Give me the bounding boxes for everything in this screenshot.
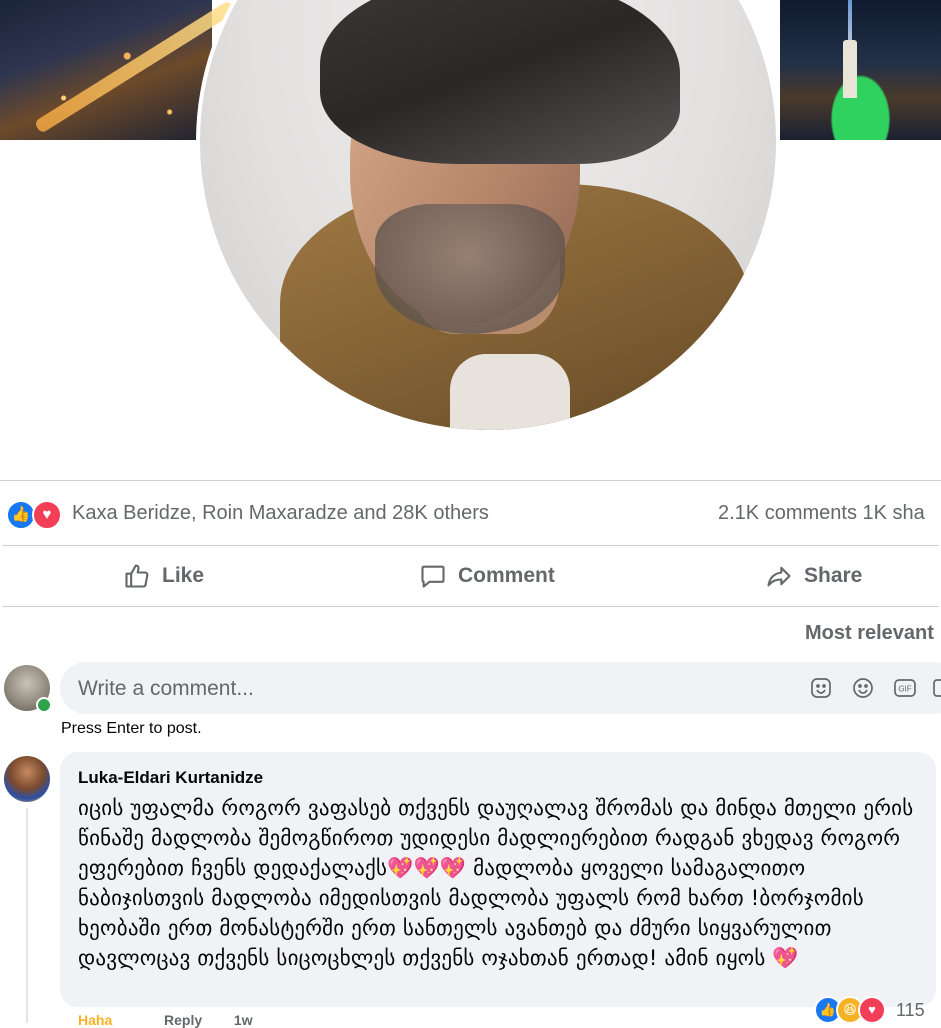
comment-timestamp[interactable]: 1w bbox=[234, 1012, 253, 1028]
share-button[interactable]: Share bbox=[764, 548, 862, 604]
profile-picture[interactable] bbox=[196, 0, 780, 434]
reaction-icons[interactable]: 👍 ♥ bbox=[6, 500, 62, 530]
comment-text: იცის უფალმა როგორ ვაფასებ თქვენს დაუღალა… bbox=[78, 796, 914, 970]
divider bbox=[2, 606, 939, 607]
thumbs-up-icon bbox=[122, 561, 152, 591]
comment-input-placeholder: Write a comment... bbox=[78, 677, 254, 700]
gif-icon[interactable]: GIF bbox=[893, 676, 917, 700]
share-label: Share bbox=[804, 564, 863, 587]
comment-reaction-count: 115 bbox=[896, 1000, 925, 1020]
comment-share-counts[interactable]: 2.1K comments 1K sha bbox=[718, 502, 925, 525]
emoji-icon[interactable] bbox=[851, 676, 875, 700]
like-label: Like bbox=[162, 564, 205, 587]
reply-button[interactable]: Reply bbox=[164, 1012, 202, 1028]
speech-bubble-icon bbox=[418, 561, 448, 591]
like-button[interactable]: Like bbox=[122, 548, 204, 604]
divider bbox=[0, 480, 941, 481]
online-status-icon bbox=[36, 697, 52, 713]
comment-footer: Haha Reply 1w bbox=[78, 1012, 253, 1028]
love-icon: ♥ bbox=[858, 996, 886, 1024]
svg-text:GIF: GIF bbox=[898, 685, 911, 694]
post-actions: Like Comment Share bbox=[0, 548, 941, 604]
share-arrow-icon bbox=[764, 561, 794, 591]
sticker-icon[interactable] bbox=[809, 676, 833, 700]
comment-sort-dropdown[interactable]: Most relevant bbox=[805, 622, 934, 645]
commenter-avatar[interactable] bbox=[4, 756, 50, 802]
comment-button[interactable]: Comment bbox=[418, 548, 555, 604]
comment-react-button[interactable]: Haha bbox=[78, 1012, 112, 1028]
comment-input[interactable]: Write a comment... GIF bbox=[60, 662, 941, 714]
current-user-avatar[interactable] bbox=[4, 665, 52, 713]
divider bbox=[2, 545, 939, 546]
thread-line bbox=[26, 808, 28, 1023]
cover-photo-left bbox=[0, 0, 237, 140]
photo-icon[interactable] bbox=[931, 676, 941, 700]
cover-photo-right bbox=[780, 0, 941, 140]
comment-author[interactable]: Luka-Eldari Kurtanidze bbox=[78, 768, 263, 788]
love-icon: ♥ bbox=[32, 500, 62, 530]
reactions-summary[interactable]: Kaxa Beridze, Roin Maxaradze and 28K oth… bbox=[72, 502, 489, 525]
comment-bubble: Luka-Eldari Kurtanidze იცის უფალმა როგორ… bbox=[60, 752, 936, 1007]
post-hint: Press Enter to post. bbox=[61, 720, 202, 737]
reactions-summary-row: 👍 ♥ Kaxa Beridze, Roin Maxaradze and 28K… bbox=[0, 490, 941, 538]
comment-label: Comment bbox=[458, 564, 555, 587]
